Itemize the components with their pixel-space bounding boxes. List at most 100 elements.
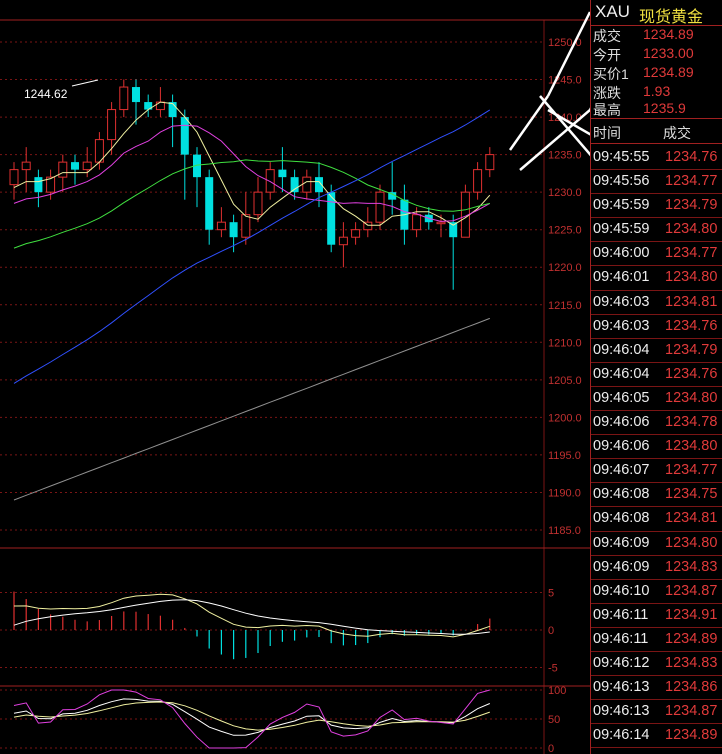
time-column-header: 时间 [593,125,621,141]
trade-row[interactable]: 09:46:10 1234.87 [591,580,722,604]
trade-price: 1234.89 [665,727,718,744]
peak-label: 1244.62 [24,87,68,101]
trade-time: 09:46:08 [593,510,650,527]
candle-body [21,161,31,171]
trade-price: 1234.76 [665,317,718,334]
candle-body [180,117,189,155]
candle-body [229,222,238,238]
trade-row[interactable]: 09:46:07 1234.77 [591,459,722,484]
trade-row[interactable]: 09:46:12 1234.83 [591,652,722,677]
kline-chart[interactable]: 1250.0 1245.0 1240.0 1235.0 1230.0 1225.0 1220… [0,0,590,754]
symbol-header: XAU 现货黄金 [591,0,722,26]
quote-value: 1234.89 [643,64,694,80]
symbol-code: XAU [595,2,630,21]
trade-price: 1234.77 [665,245,718,262]
ma20-line [13,159,490,249]
trade-time: 09:46:09 [593,534,650,551]
trade-row[interactable]: 09:46:06 1234.78 [591,411,722,436]
trade-row[interactable]: 09:46:13 1234.87 [591,700,722,725]
price-tick-label: 1190.0 [548,487,581,499]
candle-body [71,162,79,170]
trade-price: 1234.78 [665,414,718,431]
candle-body [265,169,275,193]
trade-price: 1234.79 [665,197,718,214]
trade-price: 1234.81 [665,293,718,310]
candle-body [290,177,299,193]
trade-time: 09:46:10 [593,582,650,599]
price-tick-label: 1185.0 [548,525,581,537]
trade-list-header: 时间 成交 [591,118,722,144]
macd-tick-label: -5 [548,663,558,675]
trade-row[interactable]: 09:46:14 1234.89 [591,724,722,749]
trade-row[interactable]: 09:46:09 1234.80 [591,532,722,556]
trade-row[interactable]: 09:46:05 1234.80 [591,387,722,412]
trade-row[interactable]: 09:46:03 1234.81 [591,291,722,315]
trade-row[interactable]: 09:46:00 1234.77 [591,242,722,267]
candle-body [302,176,312,193]
trade-price: 1234.80 [665,438,718,455]
trade-time: 09:46:13 [593,679,650,696]
candle-body [351,229,361,238]
trade-row[interactable]: 09:46:11 1234.91 [591,604,722,628]
symbol-name: 现货黄金 [639,9,704,26]
trade-time: 09:46:07 [593,462,650,479]
trade-time: 09:45:59 [593,221,650,238]
price-tick-label: 1220.0 [548,262,582,274]
quote-value: 1235.9 [643,100,686,116]
chart-canvas[interactable]: 1250.01245.01240.01235.01230.01225.01220… [0,0,590,754]
trade-time: 09:46:01 [593,269,650,286]
quote-value: 1.93 [643,83,671,99]
trade-price: 1234.81 [665,510,718,527]
macd-tick-label: 5 [548,588,554,600]
trade-row[interactable]: 09:46:11 1234.89 [591,628,722,652]
trade-time: 09:46:05 [593,389,650,406]
trade-row[interactable]: 09:46:13 1234.86 [591,676,722,701]
trade-price: 1234.86 [665,679,718,696]
candle-body [155,101,165,111]
trade-row[interactable]: 09:45:59 1234.79 [591,194,722,219]
trade-row[interactable]: 09:46:04 1234.76 [591,363,722,387]
trade-time: 09:46:11 [593,630,649,647]
annotation-arrow [508,95,550,151]
trade-time: 09:46:03 [593,317,650,334]
trade-time: 09:46:06 [593,438,650,455]
price-column-header: 成交 [663,125,691,141]
candle-body [436,221,446,225]
candle-body [132,87,140,103]
trade-price: 1234.77 [665,173,718,190]
trade-time: 09:45:56 [593,173,650,190]
price-tick-label: 1205.0 [548,375,582,387]
trade-row[interactable]: 09:46:08 1234.75 [591,483,722,508]
trade-row[interactable]: 09:46:01 1234.80 [591,266,722,291]
candle-body [485,154,495,171]
price-tick-label: 1210.0 [548,337,582,349]
peak-leader [71,79,99,87]
candle-body [58,161,68,178]
trade-price: 1234.80 [665,389,718,406]
quote-label: 最高 [593,102,621,118]
candle-body [119,86,129,111]
candle-body [449,222,458,238]
trade-row[interactable]: 09:46:03 1234.76 [591,315,722,339]
trade-price: 1234.87 [665,582,718,599]
trade-row[interactable]: 09:45:59 1234.80 [591,218,722,243]
trade-row[interactable]: 09:46:06 1234.80 [591,435,722,460]
candle-body [338,236,348,246]
candle-body [34,177,43,193]
trade-time: 09:46:04 [593,365,650,382]
trade-row[interactable]: 09:45:55 1234.76 [591,146,722,171]
trade-price: 1234.87 [665,703,718,720]
trade-time: 09:46:08 [593,486,650,503]
quote-value: 1233.00 [643,45,694,61]
quote-label: 今开 [593,47,621,63]
macd-tick-label: 0 [548,625,554,637]
trade-price: 1234.76 [665,365,718,382]
trade-time: 09:45:55 [593,149,650,165]
trade-row[interactable]: 09:46:08 1234.81 [591,507,722,532]
trade-row[interactable]: 09:46:04 1234.79 [591,339,722,363]
trade-row[interactable]: 09:45:56 1234.77 [591,170,722,195]
trade-row[interactable]: 09:46:09 1234.83 [591,556,722,580]
quote-row-high: 最高 1235.9 [591,100,722,119]
trade-list[interactable]: 09:45:55 1234.76 09:45:56 1234.77 09:45:59 12… [591,146,722,749]
trade-price: 1234.89 [665,630,718,647]
